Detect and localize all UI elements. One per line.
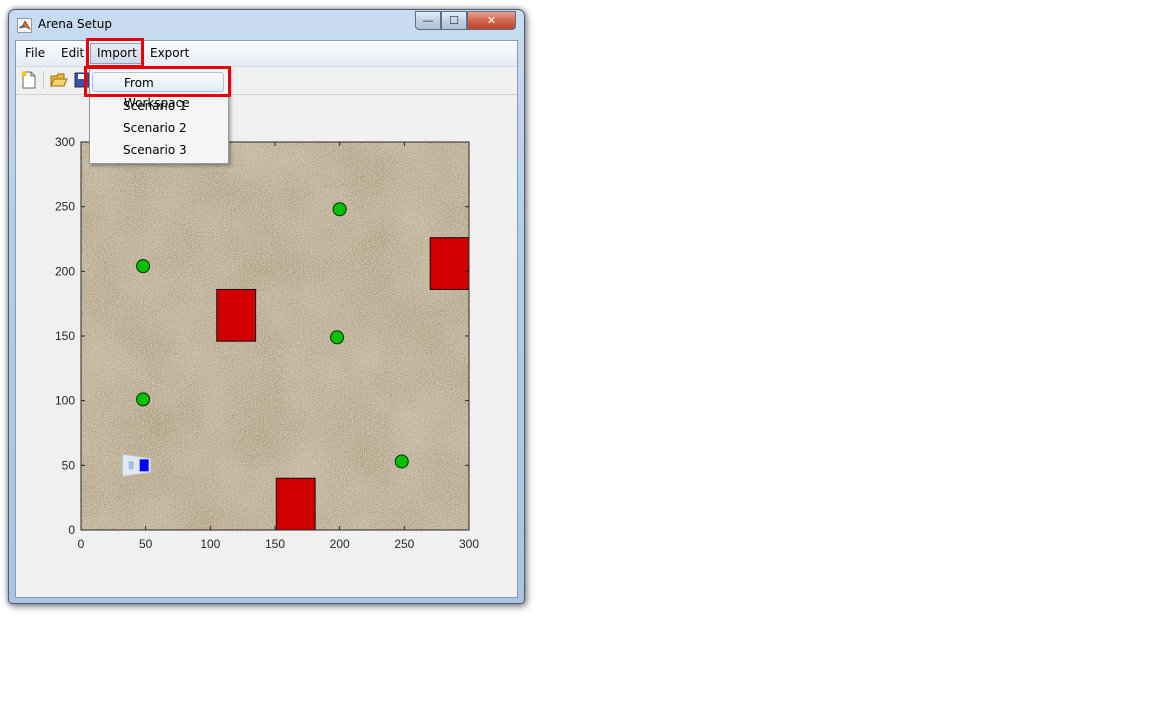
y-tick-label: 0	[68, 523, 75, 537]
obstacle-rect[interactable]	[429, 237, 470, 290]
x-tick-label: 100	[200, 537, 220, 551]
obstacle-rect[interactable]	[275, 477, 316, 531]
robot-head	[139, 459, 149, 472]
robot-body	[128, 461, 134, 470]
menu-item-scenario-1[interactable]: Scenario 1	[92, 96, 224, 116]
x-tick-label: 0	[78, 537, 85, 551]
y-tick-label: 100	[55, 394, 75, 408]
target-point[interactable]	[136, 259, 151, 274]
x-tick-label: 50	[139, 537, 153, 551]
arena-plot[interactable]: 0 50 100 150 200 250 300 0 50 100 150 200 250 300	[9, 10, 524, 603]
y-tick-label: 250	[55, 200, 75, 214]
target-point[interactable]	[330, 330, 345, 345]
from-workspace-highlight-box	[84, 66, 231, 97]
y-tick-label: 200	[55, 264, 75, 278]
y-tick-label: 150	[55, 329, 75, 343]
obstacle-rect[interactable]	[216, 288, 257, 342]
target-point[interactable]	[332, 202, 347, 217]
x-tick-label: 300	[459, 537, 479, 551]
x-tick-label: 250	[394, 537, 414, 551]
y-tick-label: 50	[62, 458, 76, 472]
import-highlight-box	[86, 38, 144, 68]
robot-marker[interactable]	[122, 453, 152, 477]
arena-setup-window: Arena Setup — ☐ ✕ File Edit Import Expor…	[8, 9, 525, 604]
x-tick-label: 150	[265, 537, 285, 551]
target-point[interactable]	[136, 392, 151, 407]
y-tick-label: 300	[55, 135, 75, 149]
target-point[interactable]	[394, 454, 409, 469]
menu-item-scenario-3[interactable]: Scenario 3	[92, 140, 224, 160]
menu-item-scenario-2[interactable]: Scenario 2	[92, 118, 224, 138]
x-tick-label: 200	[330, 537, 350, 551]
